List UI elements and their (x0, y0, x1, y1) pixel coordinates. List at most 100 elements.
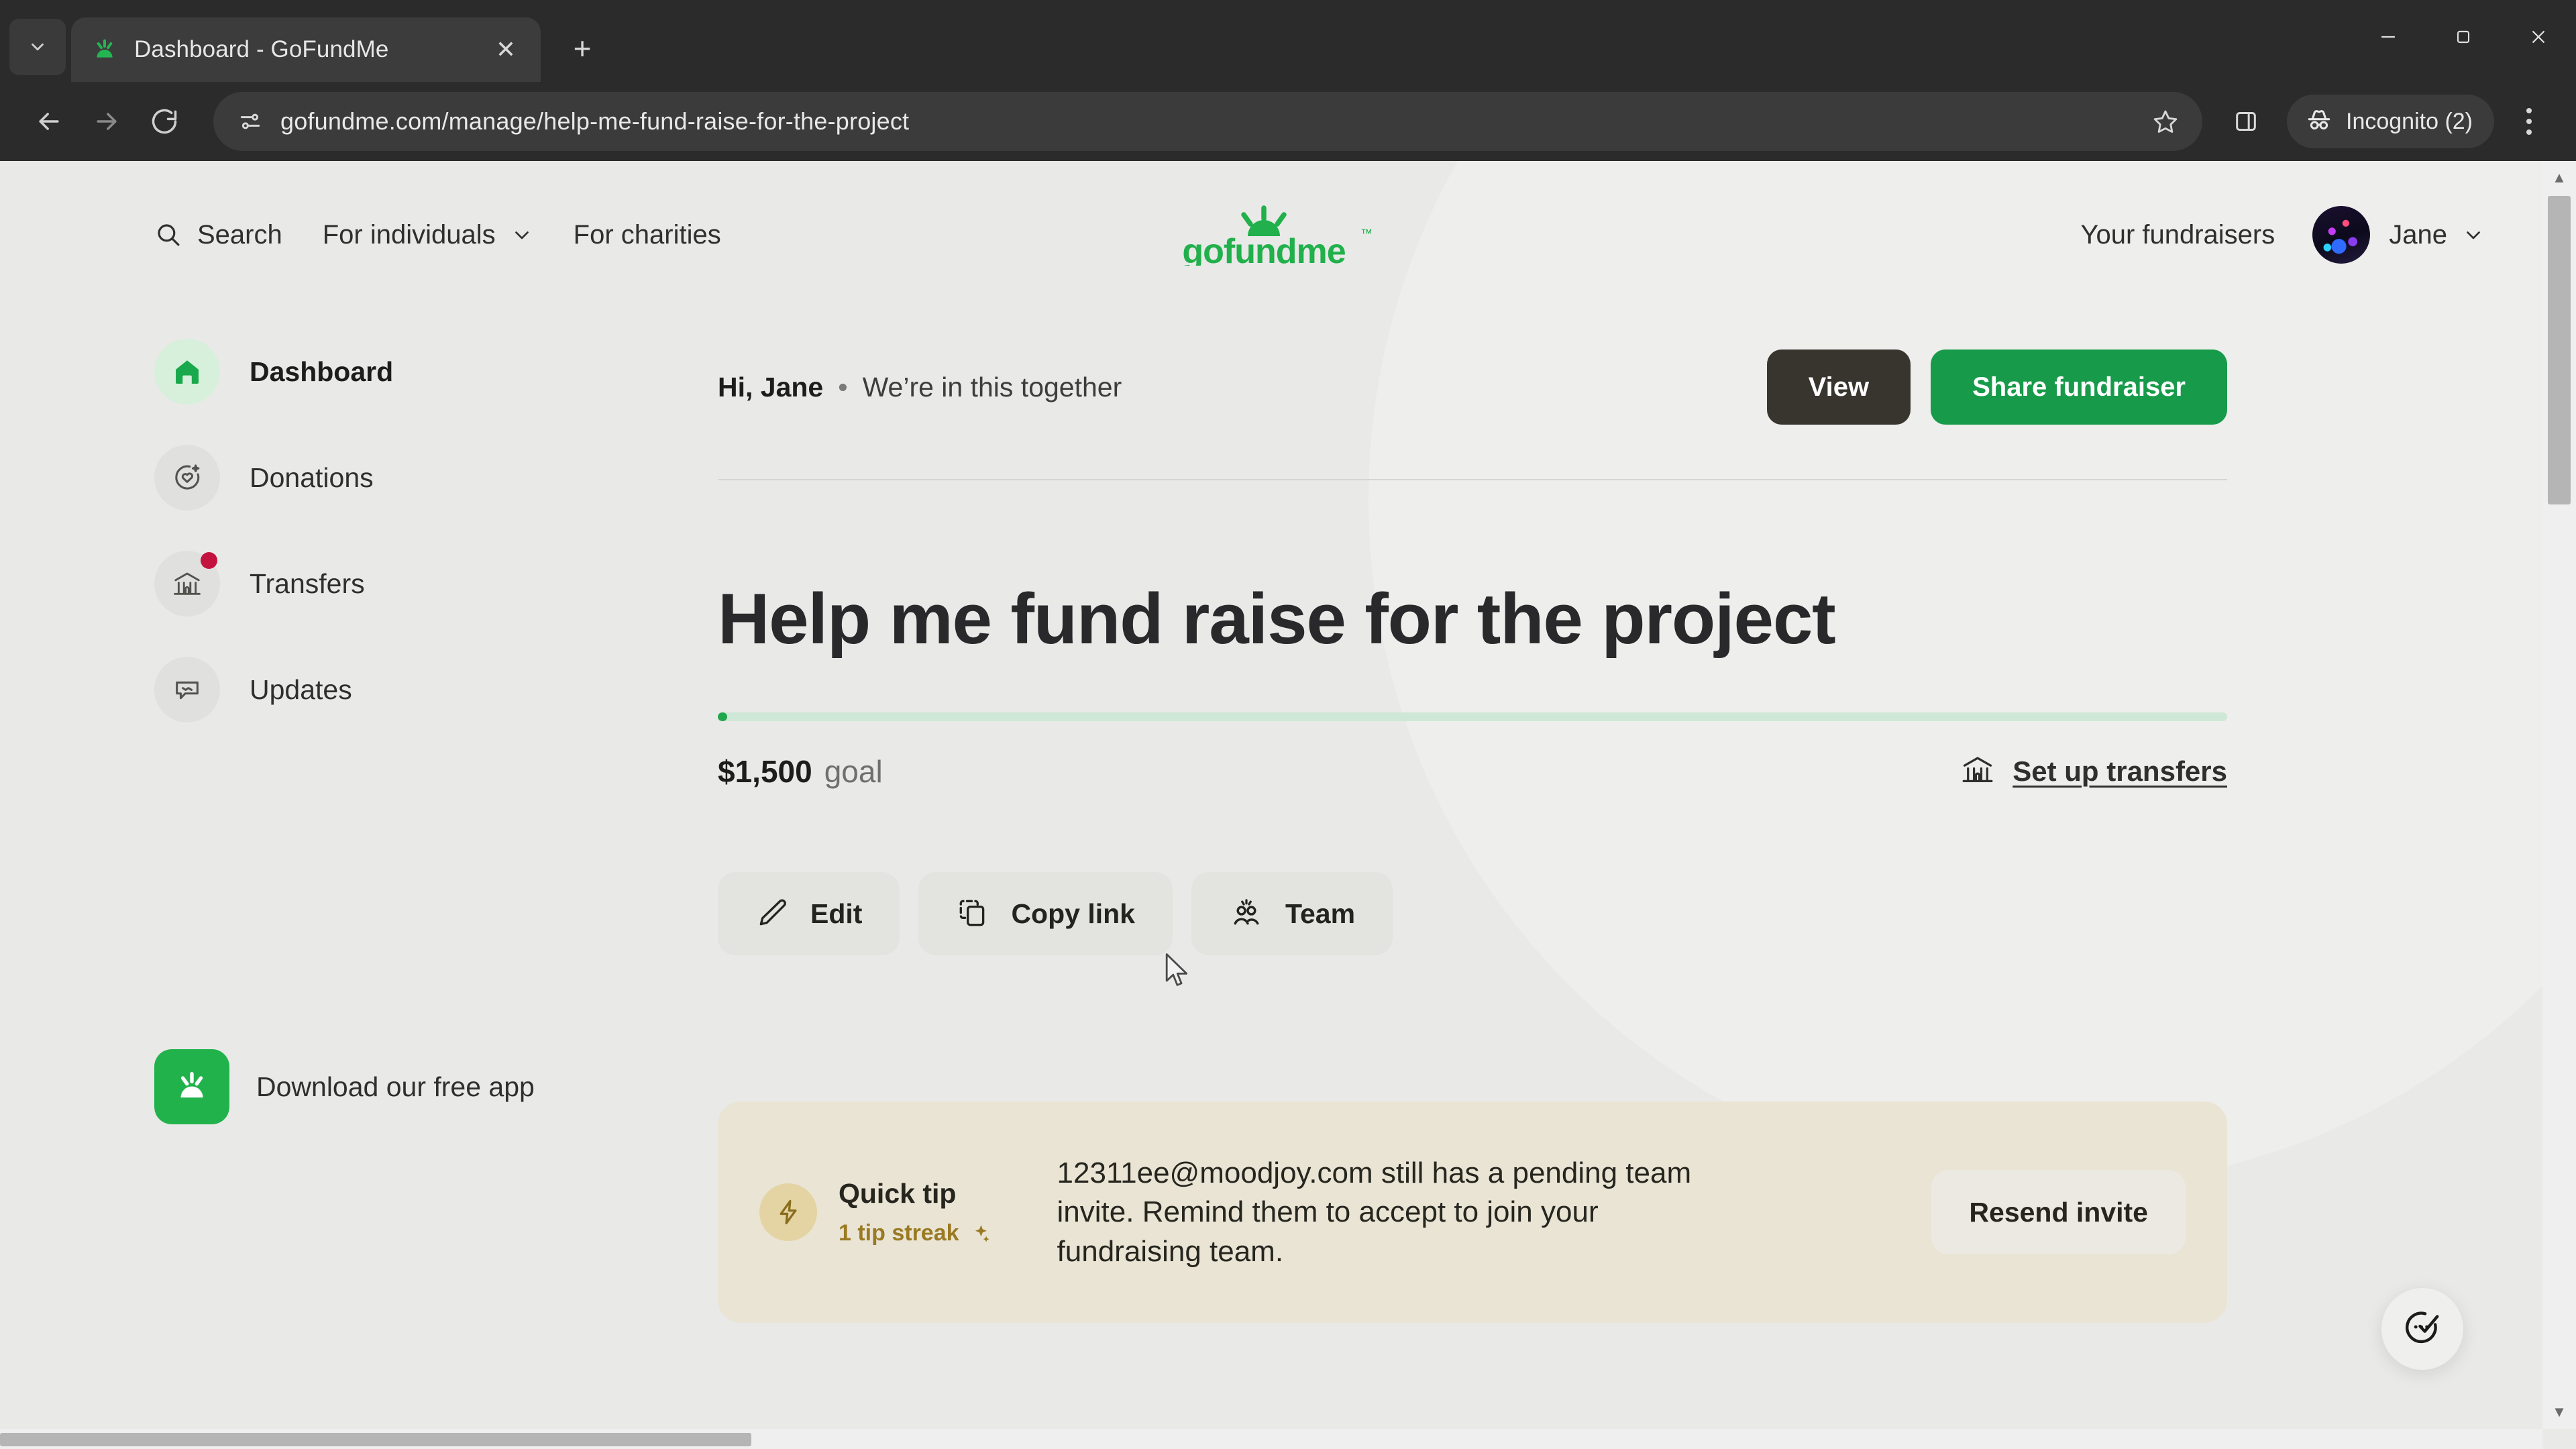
tab-strip: Dashboard - GoFundMe ✕ + (0, 0, 2576, 82)
greeting-row: Hi, Jane • We’re in this together View S… (718, 337, 2227, 437)
nav-for-charities-label: For charities (573, 219, 721, 250)
forward-icon[interactable] (78, 93, 136, 150)
greeting-separator: • (838, 371, 848, 402)
star-icon[interactable] (2146, 102, 2185, 141)
minimize-icon[interactable] (2351, 0, 2426, 74)
nav-for-individuals[interactable]: For individuals (323, 220, 533, 250)
download-app-label: Download our free app (256, 1071, 535, 1102)
dashboard-sidebar: Dashboard Donations Transfers Updates Do… (154, 309, 718, 1323)
url-text[interactable]: gofundme.com/manage/help-me-fund-raise-f… (280, 107, 909, 136)
gofundme-flame-icon (91, 36, 118, 63)
bank-icon (1960, 752, 1995, 790)
primary-nav: Search For individuals For charities (154, 220, 721, 250)
sidebar-item-dashboard-label: Dashboard (250, 356, 394, 387)
tune-site-settings-icon[interactable] (231, 102, 270, 141)
avatar (2312, 206, 2371, 264)
home-icon (154, 339, 220, 405)
bank-icon (154, 551, 220, 616)
new-tab-button[interactable]: + (558, 24, 606, 72)
team-button-label: Team (1285, 898, 1356, 929)
vertical-scrollbar[interactable]: ▲ ▼ (2542, 161, 2576, 1429)
browser-tab[interactable]: Dashboard - GoFundMe ✕ (71, 17, 541, 82)
sidebar-item-donations-label: Donations (250, 462, 374, 493)
page-viewport: Search For individuals For charities gof… (0, 161, 2576, 1449)
header-right: Your fundraisers Jane (2080, 206, 2485, 264)
chevron-down-icon (2462, 223, 2485, 246)
quick-tip-streak-label: 1 tip streak (839, 1220, 959, 1246)
vertical-scrollbar-thumb[interactable] (2548, 196, 2571, 504)
horizontal-scrollbar-thumb[interactable] (0, 1433, 751, 1446)
action-buttons-row: Edit Copy link Team (718, 872, 2227, 956)
lightning-bolt-icon (759, 1183, 817, 1242)
view-button[interactable]: View (1766, 350, 1911, 425)
dashboard-body: Dashboard Donations Transfers Updates Do… (0, 309, 2542, 1324)
quick-tip-texts: Quick tip 1 tip streak (839, 1178, 991, 1246)
incognito-indicator[interactable]: Incognito (2) (2287, 95, 2494, 148)
sidebar-item-updates[interactable]: Updates (154, 655, 718, 724)
trademark-symbol: ™ (1360, 227, 1373, 240)
sidebar-item-transfers[interactable]: Transfers (154, 549, 718, 619)
chat-check-icon (2402, 1307, 2443, 1352)
search-icon (154, 221, 182, 249)
edit-button-label: Edit (810, 898, 863, 929)
download-app-promo[interactable]: Download our free app (154, 1049, 718, 1124)
site-header: Search For individuals For charities gof… (0, 161, 2542, 309)
tab-title: Dashboard - GoFundMe (134, 36, 389, 62)
notification-badge (201, 552, 217, 569)
progress-bar (718, 712, 2227, 722)
nav-for-individuals-label: For individuals (322, 219, 496, 250)
back-icon[interactable] (20, 93, 78, 150)
browser-toolbar: gofundme.com/manage/help-me-fund-raise-f… (0, 82, 2576, 161)
goal-amount: $1,500 (718, 753, 812, 789)
incognito-hat-icon (2304, 105, 2334, 138)
sidebar-item-transfers-label: Transfers (250, 568, 365, 599)
side-panel-icon[interactable] (2217, 93, 2275, 150)
nav-search[interactable]: Search (154, 220, 282, 250)
goal-row: $1,500 goal Set up transfers (718, 752, 2227, 790)
team-people-icon (1229, 896, 1264, 932)
reload-icon[interactable] (136, 93, 193, 150)
header-actions: View Share fundraiser (1766, 350, 2227, 425)
nav-search-label: Search (197, 219, 282, 250)
toolbar-right: Incognito (2) (2217, 93, 2556, 150)
horizontal-scrollbar[interactable] (0, 1429, 2542, 1449)
pencil-icon (755, 896, 789, 932)
quick-tip-card: Quick tip 1 tip streak 12311ee@moodjoy.c… (718, 1102, 2227, 1324)
nav-for-charities[interactable]: For charities (574, 220, 721, 250)
chat-support-button[interactable] (2381, 1288, 2463, 1370)
maximize-icon[interactable] (2426, 0, 2501, 74)
scroll-up-icon[interactable]: ▲ (2542, 161, 2576, 195)
close-window-icon[interactable] (2501, 0, 2576, 74)
gofundme-dashboard-page: Search For individuals For charities gof… (0, 161, 2542, 1449)
quick-tip-streak: 1 tip streak (839, 1220, 991, 1246)
edit-button[interactable]: Edit (718, 872, 900, 956)
donation-heart-icon (154, 445, 220, 511)
gofundme-logo[interactable]: gofundme ™ (1170, 204, 1373, 266)
scroll-down-icon[interactable]: ▼ (2542, 1395, 2576, 1429)
address-bar[interactable]: gofundme.com/manage/help-me-fund-raise-f… (213, 92, 2202, 151)
quick-tip-body: 12311ee@moodjoy.com still has a pending … (1057, 1156, 1692, 1268)
share-fundraiser-button[interactable]: Share fundraiser (1931, 350, 2227, 425)
page-title: Help me fund raise for the project (718, 578, 1836, 659)
resend-invite-button[interactable]: Resend invite (1931, 1170, 2186, 1255)
team-button[interactable]: Team (1191, 872, 1393, 956)
goal-label: goal (824, 753, 883, 789)
kebab-menu-icon[interactable] (2502, 95, 2556, 148)
close-icon[interactable]: ✕ (486, 30, 526, 70)
your-fundraisers-link[interactable]: Your fundraisers (2080, 220, 2275, 250)
set-up-transfers-link[interactable]: Set up transfers (1960, 752, 2227, 790)
browser-window: Dashboard - GoFundMe ✕ + gofundme.com/ma… (0, 0, 2576, 1449)
speech-bubble-icon (154, 657, 220, 722)
incognito-label: Incognito (2) (2346, 108, 2473, 134)
svg-text:gofundme: gofundme (1182, 232, 1345, 266)
gofundme-app-icon (154, 1049, 229, 1124)
tab-search-button[interactable] (9, 19, 66, 75)
copy-link-button-label: Copy link (1011, 898, 1135, 929)
sidebar-item-donations[interactable]: Donations (154, 443, 718, 513)
sidebar-item-dashboard[interactable]: Dashboard (154, 337, 718, 407)
quick-tip-header: Quick tip 1 tip streak (759, 1178, 991, 1246)
copy-link-button[interactable]: Copy link (918, 872, 1173, 956)
account-menu[interactable]: Jane (2312, 206, 2485, 264)
account-name: Jane (2389, 219, 2447, 250)
window-controls (2351, 0, 2576, 74)
